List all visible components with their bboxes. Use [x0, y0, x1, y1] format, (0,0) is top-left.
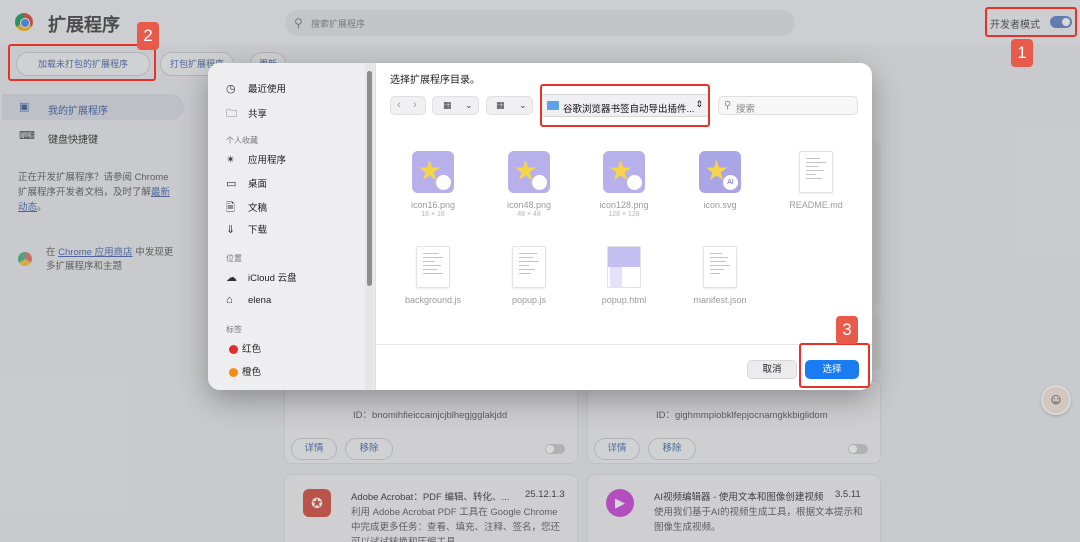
annotation-box-load-unpacked — [8, 44, 156, 81]
group-view-icon: ▦ — [496, 100, 505, 110]
js-file-icon — [416, 246, 450, 288]
file-item[interactable]: popup.html — [584, 246, 664, 305]
html-file-icon — [607, 246, 641, 288]
annotation-box-choose — [799, 343, 870, 388]
annotation-number: 3 — [836, 316, 858, 344]
download-icon: ⇓ — [226, 224, 236, 236]
chevron-down-icon: ⌄ — [519, 100, 527, 110]
annotation-box-path — [540, 84, 710, 127]
sidebar-tag-orange[interactable]: 橙色 — [226, 364, 261, 378]
shared-folder-icon: 🗀 — [226, 108, 237, 120]
annotation-number: 1 — [1011, 39, 1033, 67]
dialog-divider — [376, 344, 872, 345]
group-view-button[interactable]: ▦ ⌄ — [486, 96, 533, 115]
chevron-right-icon[interactable]: › — [413, 99, 417, 111]
desktop-icon: ▭ — [226, 178, 237, 190]
json-file-icon — [703, 246, 737, 288]
dialog-sidebar: ◷ 最近使用 🗀 共享 个人收藏 ✴ 应用程序 ▭ 桌面 🗎 文稿 ⇓ 下载 位置 ☁ iCl… — [208, 63, 376, 390]
file-item[interactable]: ★ icon16.png 16 × 16 — [393, 151, 473, 218]
annotation-box-dev-mode — [985, 7, 1077, 37]
sidebar-downloads[interactable]: ⇓ 下载 — [226, 222, 267, 236]
sidebar-home[interactable]: ⌂ elena — [226, 294, 271, 306]
search-icon: ⚲ — [724, 100, 732, 111]
file-item[interactable]: manifest.json — [680, 246, 760, 305]
file-item[interactable]: popup.js — [489, 246, 569, 305]
sidebar-tag-red[interactable]: 红色 — [226, 341, 261, 355]
cloud-icon: ☁ — [226, 272, 237, 284]
file-item[interactable]: README.md — [776, 151, 856, 210]
png-file-icon: ★ — [508, 151, 550, 193]
markdown-file-icon — [799, 151, 833, 193]
file-item[interactable]: ★ icon128.png 128 × 128 — [584, 151, 664, 218]
chevron-down-icon: ⌄ — [465, 100, 473, 110]
dialog-search-input[interactable]: ⚲ 搜索 — [718, 96, 858, 115]
apps-icon: ✴ — [226, 154, 236, 166]
js-file-icon — [512, 246, 546, 288]
sidebar-documents[interactable]: 🗎 文稿 — [226, 199, 267, 218]
sidebar-applications[interactable]: ✴ 应用程序 — [226, 152, 286, 166]
file-item[interactable]: ★ icon48.png 48 × 48 — [489, 151, 569, 218]
icon-view-button[interactable]: ▦ ⌄ — [432, 96, 479, 115]
clock-icon: ◷ — [226, 83, 236, 95]
svg-file-icon: ★ AI — [699, 151, 741, 193]
png-file-icon: ★ — [603, 151, 645, 193]
sidebar-recent[interactable]: ◷ 最近使用 — [226, 81, 286, 95]
grid-view-icon: ▦ — [443, 100, 452, 110]
sidebar-shared[interactable]: 🗀 共享 — [226, 105, 267, 124]
file-item[interactable]: background.js — [393, 246, 473, 305]
locations-heading: 位置 — [226, 254, 242, 263]
nav-back-forward[interactable]: ‹ › — [390, 96, 426, 115]
document-icon: 🗎 — [226, 202, 235, 214]
tags-heading: 标签 — [226, 325, 242, 334]
sidebar-scrollbar[interactable] — [367, 71, 372, 286]
annotation-number: 2 — [137, 22, 159, 50]
favorites-heading: 个人收藏 — [226, 136, 258, 145]
chevron-left-icon[interactable]: ‹ — [397, 99, 401, 111]
file-item[interactable]: ★ AI icon.svg — [680, 151, 760, 210]
cancel-button[interactable]: 取消 — [747, 360, 797, 379]
red-tag-icon — [229, 344, 238, 354]
orange-tag-icon — [229, 367, 238, 377]
sidebar-desktop[interactable]: ▭ 桌面 — [226, 176, 267, 190]
dialog-prompt: 选择扩展程序目录。 — [390, 75, 480, 86]
home-icon: ⌂ — [226, 294, 233, 306]
png-file-icon: ★ — [412, 151, 454, 193]
sidebar-icloud[interactable]: ☁ iCloud 云盘 — [226, 270, 297, 284]
